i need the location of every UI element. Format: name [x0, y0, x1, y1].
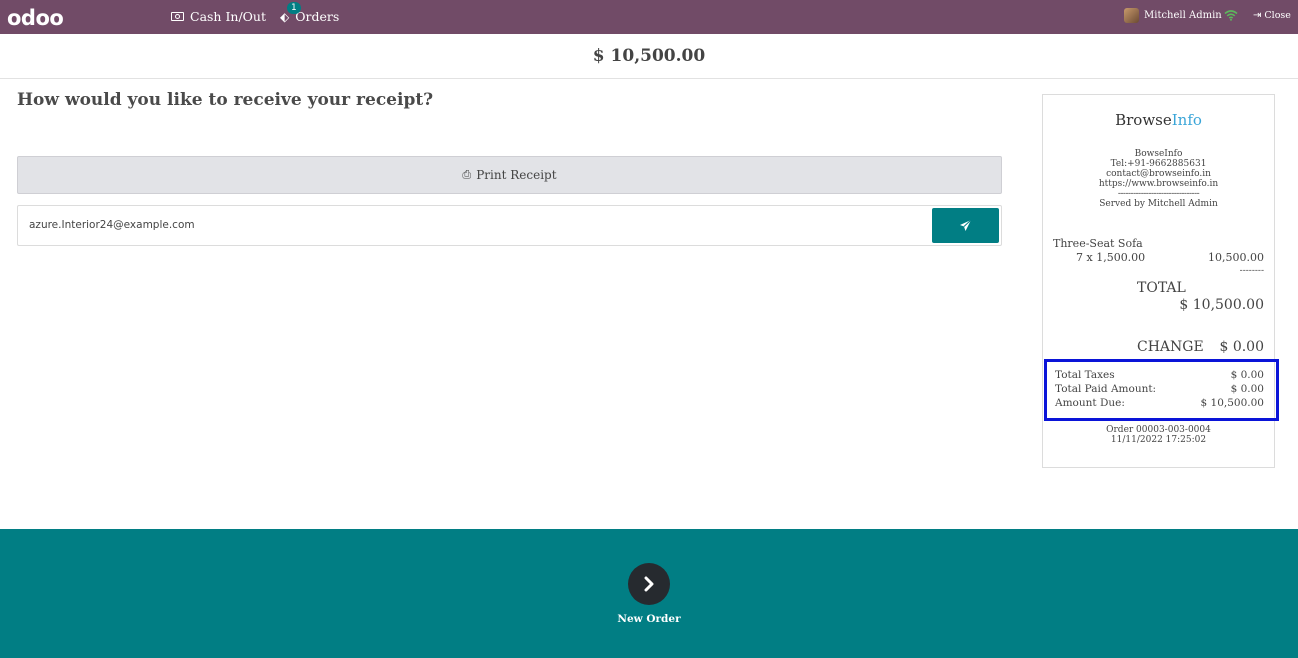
receipt-logo-browse: Browse: [1115, 111, 1172, 129]
printer-icon: ⎙: [462, 168, 472, 181]
print-receipt-button[interactable]: ⎙ Print Receipt: [17, 156, 1002, 194]
receipt-change-amount: $ 0.00: [1219, 339, 1264, 355]
paper-plane-icon: [960, 219, 972, 231]
print-receipt-label: Print Receipt: [476, 168, 557, 182]
close-button[interactable]: ⇥ Close: [1253, 10, 1291, 21]
amount-header: $ 10,500.00: [0, 34, 1298, 79]
new-order-label: New Order: [617, 613, 681, 625]
orders-count-badge: 1: [287, 1, 301, 14]
summary-value: $ 0.00: [1230, 369, 1264, 381]
user-name: Mitchell Admin: [1144, 10, 1222, 21]
receipt-company-info: BowseInfo Tel:+91-9662885631 contact@bro…: [1043, 149, 1274, 209]
send-email-button[interactable]: [932, 208, 999, 243]
receipt-preview: BrowseInfo BowseInfo Tel:+91-9662885631 …: [1042, 94, 1279, 468]
footer-bar: New Order: [0, 529, 1298, 658]
receipt-order-datetime: 11/11/2022 17:25:02: [1110, 435, 1207, 445]
order-amount: $ 10,500.00: [592, 46, 706, 66]
summary-value: $ 0.00: [1230, 383, 1264, 395]
sign-out-icon: ⇥: [1253, 10, 1262, 21]
cash-in-out-button[interactable]: Cash In/Out: [171, 9, 266, 24]
avatar: [1124, 8, 1139, 23]
receipt-line-subtotal: 10,500.00: [1208, 251, 1264, 264]
summary-label: Total Paid Amount:: [1055, 383, 1157, 395]
money-icon: [171, 12, 184, 21]
new-order-button[interactable]: [628, 563, 670, 605]
summary-row-paid: Total Paid Amount: $ 0.00: [1055, 383, 1264, 395]
odoo-logo: odoo: [7, 6, 64, 30]
email-receipt-box: [17, 205, 1002, 246]
receipt-separator: --------------------------------: [1117, 189, 1200, 199]
close-label: Close: [1264, 10, 1291, 21]
receipt-question: How would you like to receive your recei…: [17, 90, 434, 110]
receipt-divider: --------: [1239, 266, 1264, 276]
email-input[interactable]: [29, 219, 909, 231]
ticket-icon: ⬖ 1: [280, 1, 301, 24]
cash-in-out-label: Cash In/Out: [190, 9, 266, 24]
orders-label: Orders: [295, 9, 340, 24]
summary-row-due: Amount Due: $ 10,500.00: [1055, 397, 1264, 409]
user-menu[interactable]: Mitchell Admin: [1124, 8, 1222, 23]
top-navbar: odoo Cash In/Out ⬖ 1 Orders Mitchell Admi…: [0, 0, 1298, 34]
summary-label: Total Taxes: [1055, 369, 1115, 381]
receipt-phone: Tel:+91-9662885631: [1110, 159, 1207, 169]
receipt-company-name: BowseInfo: [1134, 149, 1183, 159]
chevron-right-icon: [644, 576, 654, 592]
receipt-total-label: TOTAL: [1137, 280, 1186, 296]
receipt-email: contact@browseinfo.in: [1106, 169, 1211, 179]
receipt-logo: BrowseInfo: [1043, 111, 1274, 129]
wifi-icon: [1224, 10, 1238, 21]
receipt-served-by: Served by Mitchell Admin: [1099, 199, 1218, 209]
receipt-order-ref: Order 00003-003-0004: [1106, 425, 1211, 435]
receipt-website: https://www.browseinfo.in: [1098, 179, 1219, 189]
receipt-logo-info: Info: [1171, 111, 1202, 129]
orders-button[interactable]: ⬖ 1 Orders: [280, 1, 340, 24]
receipt-order-info: Order 00003-003-0004 11/11/2022 17:25:02: [1043, 425, 1274, 445]
receipt-total-amount: $ 10,500.00: [1179, 297, 1264, 313]
summary-value: $ 10,500.00: [1200, 397, 1264, 409]
summary-label: Amount Due:: [1055, 397, 1125, 409]
receipt-line-product: Three-Seat Sofa: [1053, 237, 1143, 250]
summary-row-taxes: Total Taxes $ 0.00: [1055, 369, 1264, 381]
receipt-summary-highlight: Total Taxes $ 0.00 Total Paid Amount: $ …: [1044, 359, 1279, 421]
